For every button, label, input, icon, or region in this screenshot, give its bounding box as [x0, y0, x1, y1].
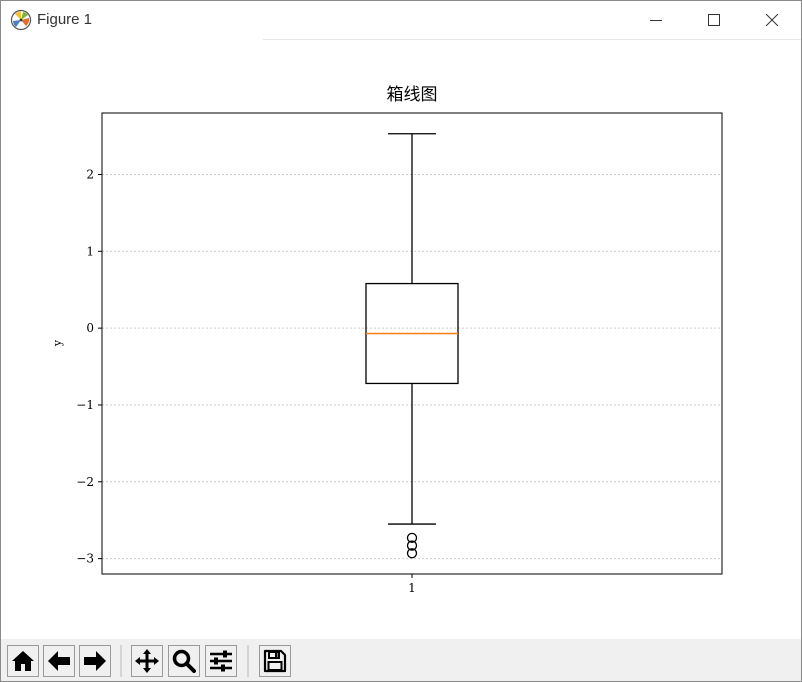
title-bar-divider	[263, 39, 801, 40]
minimize-button[interactable]	[633, 1, 679, 39]
home-button[interactable]	[7, 645, 39, 677]
sliders-icon	[210, 650, 232, 672]
toolbar-separator	[120, 645, 122, 677]
y-tick-label: −1	[76, 398, 94, 412]
zoom-button[interactable]	[168, 645, 200, 677]
maximize-icon	[708, 14, 720, 26]
y-axis-ticks: −3 −2 −1 0 1 2	[76, 167, 102, 566]
x-axis-ticks: 1	[408, 574, 416, 595]
close-icon	[766, 14, 778, 26]
home-icon	[12, 651, 34, 671]
arrow-left-icon	[48, 651, 70, 671]
configure-subplots-button[interactable]	[205, 645, 237, 677]
boxplot-marks	[365, 133, 459, 559]
window-title: Figure 1	[37, 11, 93, 28]
arrow-right-icon	[84, 651, 106, 671]
close-button[interactable]	[749, 1, 795, 39]
save-button[interactable]	[259, 645, 291, 677]
y-axis-label: y	[51, 339, 64, 347]
boxplot-chart[interactable]: −3 −2 −1 0 1 2 1 箱线图 y	[1, 41, 801, 639]
matplotlib-logo-icon	[10, 9, 32, 31]
chart-title: 箱线图	[387, 85, 438, 105]
floppy-disk-icon	[263, 649, 287, 673]
toolbar-separator	[247, 645, 249, 677]
maximize-button[interactable]	[691, 1, 737, 39]
forward-button[interactable]	[79, 645, 111, 677]
title-bar[interactable]: Figure 1	[1, 1, 801, 39]
back-button[interactable]	[43, 645, 75, 677]
y-tick-label: 0	[86, 321, 94, 335]
y-tick-label: 2	[86, 167, 94, 181]
y-tick-label: −3	[76, 552, 94, 566]
figure-window: Figure 1 −3 −2 −1 0 1 2 1 箱线图 y	[0, 0, 802, 682]
move-icon	[135, 649, 159, 673]
y-tick-label: 1	[86, 244, 94, 258]
minimize-icon	[650, 20, 662, 21]
navigation-toolbar	[1, 639, 801, 681]
pan-button[interactable]	[131, 645, 163, 677]
magnifier-icon	[172, 649, 196, 673]
x-tick-label: 1	[408, 581, 416, 595]
y-tick-label: −2	[76, 475, 94, 489]
